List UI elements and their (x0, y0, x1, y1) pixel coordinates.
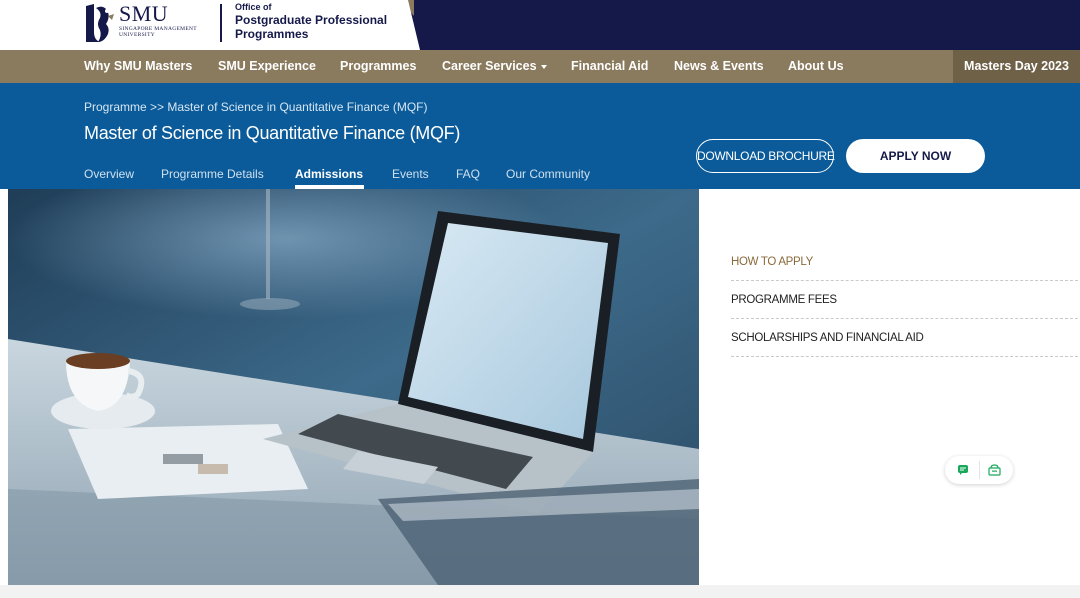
download-brochure-button[interactable]: DOWNLOAD BROCHURE (696, 139, 835, 173)
breadcrumb-separator: >> (150, 100, 165, 114)
caret-down-icon (540, 64, 547, 69)
side-menu-how-to-apply[interactable]: HOW TO APPLY (731, 243, 1078, 281)
side-menu-programme-fees[interactable]: PROGRAMME FEES (731, 281, 1078, 319)
logo-sub-text-2: UNIVERSITY (119, 32, 155, 38)
nav-financial-aid[interactable]: Financial Aid (571, 50, 648, 83)
main-nav: Why SMU Masters SMU Experience Programme… (0, 50, 1080, 83)
office-title[interactable]: Office of Postgraduate Professional Prog… (235, 2, 387, 41)
smu-lion-icon (86, 4, 114, 42)
office-line-3: Programmes (235, 27, 309, 41)
mailbox-icon[interactable] (988, 464, 1001, 476)
nav-why-smu-masters[interactable]: Why SMU Masters (84, 50, 192, 83)
smu-logo[interactable]: SMU SINGAPORE MANAGEMENT UNIVERSITY (84, 2, 197, 44)
logo-wordmark: SMU SINGAPORE MANAGEMENT UNIVERSITY (119, 1, 197, 39)
hero-image (8, 189, 699, 585)
chat-icon[interactable] (957, 464, 969, 476)
logo-smu-text: SMU (119, 1, 169, 26)
tab-admissions[interactable]: Admissions (295, 167, 363, 181)
nav-about-us[interactable]: About Us (788, 50, 844, 83)
contact-widget (945, 456, 1013, 484)
side-menu-scholarships[interactable]: SCHOLARSHIPS AND FINANCIAL AID (731, 319, 1078, 357)
laptop-desk-illustration (8, 189, 699, 585)
page-title: Master of Science in Quantitative Financ… (84, 123, 461, 143)
tab-overview[interactable]: Overview (84, 167, 134, 181)
masters-day-button[interactable]: Masters Day 2023 (953, 50, 1080, 83)
office-line-1: Office of (235, 2, 272, 12)
nav-news-events[interactable]: News & Events (674, 50, 764, 83)
logo-divider (220, 4, 222, 42)
nav-career-services[interactable]: Career Services (442, 50, 547, 83)
apply-now-button[interactable]: APPLY NOW (846, 139, 985, 173)
tab-faq[interactable]: FAQ (456, 167, 480, 181)
nav-programmes[interactable]: Programmes (340, 50, 416, 83)
office-line-2: Postgraduate Professional (235, 13, 388, 27)
header-navy-band (407, 0, 1080, 50)
breadcrumb: Programme >> Master of Science in Quanti… (84, 100, 428, 114)
tab-events[interactable]: Events (392, 167, 429, 181)
nav-career-services-label: Career Services (442, 59, 537, 73)
breadcrumb-current[interactable]: Master of Science in Quantitative Financ… (167, 100, 427, 114)
tab-programme-details[interactable]: Programme Details (161, 167, 264, 181)
widget-separator (979, 461, 980, 479)
breadcrumb-programme-link[interactable]: Programme (84, 100, 147, 114)
nav-smu-experience[interactable]: SMU Experience (218, 50, 316, 83)
page-bottom-strip (0, 585, 1080, 598)
site-header: SMU SINGAPORE MANAGEMENT UNIVERSITY Offi… (0, 0, 1080, 50)
tab-our-community[interactable]: Our Community (506, 167, 590, 181)
